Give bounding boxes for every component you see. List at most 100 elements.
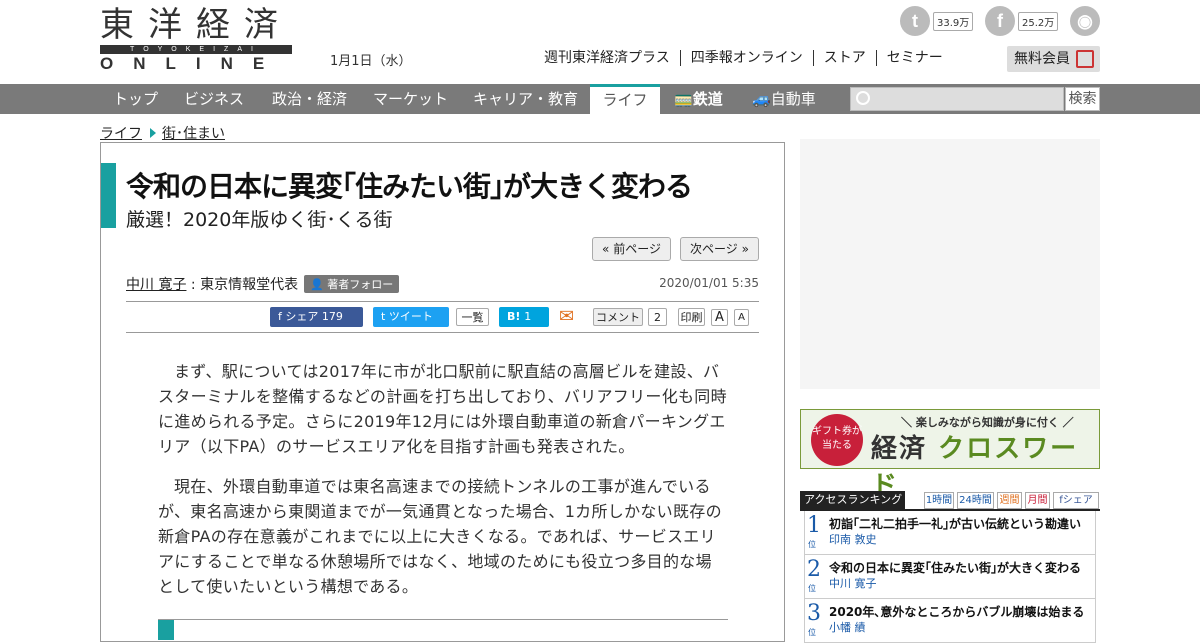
rank-number: 1 <box>807 513 821 538</box>
access-ranking: アクセスランキング 1時間 24時間 週間 月間 fシェア 1 位 初詣｢二礼二… <box>800 491 1100 643</box>
search-button[interactable]: 検索 <box>1065 87 1100 111</box>
publish-timestamp: 2020/01/01 5:35 <box>659 276 759 290</box>
tweet-label: ツイート <box>388 310 433 323</box>
ranking-tab-24h[interactable]: 24時間 <box>957 492 994 509</box>
site-header: 東洋経済 TOYOKEIZAI ONLINE 1月1日（水） 週刊東洋経済プラス… <box>0 0 1200 84</box>
article-subtitle: 厳選！2020年版ゆく街･くる街 <box>126 209 393 231</box>
search-input[interactable] <box>850 87 1064 111</box>
ranking-tab-1h[interactable]: 1時間 <box>924 492 954 509</box>
rank-number: 2 <box>807 557 821 582</box>
breadcrumb-parent[interactable]: ライフ <box>100 126 142 142</box>
font-size-large-button[interactable]: A <box>711 309 728 326</box>
site-logo[interactable]: 東洋経済 TOYOKEIZAI ONLINE <box>100 5 292 73</box>
follow-author-button[interactable]: 👤 著者フォロー <box>304 275 400 293</box>
hatena-bookmark-button[interactable]: B! 1 <box>499 307 549 327</box>
gnav-railway-label: 鉄道 <box>692 90 723 108</box>
author-role: 東京情報堂代表 <box>200 277 299 293</box>
rank-title: 2020年､意外なところからバブル崩壊は始まる <box>829 605 1085 619</box>
rank-title: 令和の日本に異変｢住みたい街｣が大きく変わる <box>829 561 1082 575</box>
rank-author: 小幡 績 <box>829 621 866 634</box>
font-size-small-button[interactable]: A <box>734 309 749 326</box>
facebook-share-button[interactable]: f シェア 179 <box>270 307 363 327</box>
ranking-item[interactable]: 2 位 令和の日本に異変｢住みたい街｣が大きく変わる 中川 寛子 <box>804 555 1096 599</box>
topnav-link-shikiho[interactable]: 四季報オンライン <box>679 50 813 66</box>
share-divider-bottom <box>126 332 759 333</box>
person-icon: 👤 <box>310 278 324 291</box>
author-name[interactable]: 中川 寛子 <box>126 277 186 293</box>
ranking-tab-share-label: シェア <box>1062 495 1093 506</box>
author-line: 中川 寛子 : 東京情報堂代表 👤 著者フォロー <box>126 274 400 294</box>
section-heading-bar <box>158 620 174 640</box>
topnav-link-seminar[interactable]: セミナー <box>875 50 953 66</box>
gnav-business[interactable]: ビジネス <box>184 84 244 114</box>
facebook-icon: f <box>985 6 1015 36</box>
rss-link[interactable]: ◉ <box>1070 6 1100 36</box>
follow-author-label: 著者フォロー <box>327 278 394 291</box>
ranking-header: アクセスランキング <box>800 491 905 509</box>
gnav-railway[interactable]: 🚃鉄道 <box>674 84 723 114</box>
next-page-button[interactable]: 次ページ » <box>680 237 759 261</box>
topnav-link-weekly[interactable]: 週刊東洋経済プラス <box>544 50 680 66</box>
gnav-market[interactable]: マーケット <box>373 84 448 114</box>
gnav-career[interactable]: キャリア・教育 <box>473 84 578 114</box>
title-accent-bar <box>101 163 116 228</box>
ad-slot <box>800 139 1100 389</box>
ranking-tab-weekly[interactable]: 週間 <box>997 492 1022 509</box>
rank-suffix: 位 <box>808 540 816 549</box>
logo-kanji: 東洋経済 <box>100 5 292 45</box>
ranking-item[interactable]: 1 位 初詣｢二礼二拍手一礼｣が古い伝統という勘違い 印南 敦史 <box>804 511 1096 555</box>
gnav-politics[interactable]: 政治・経済 <box>272 84 347 114</box>
breadcrumb-current[interactable]: 街･住まい <box>162 126 225 142</box>
gift-badge: ギフト券が当たる <box>811 414 863 466</box>
search-icon <box>856 91 870 105</box>
section-heading <box>158 619 728 640</box>
twitter-follow[interactable]: t 33.9万 <box>900 6 974 36</box>
free-member-button[interactable]: 無料会員 <box>1007 46 1100 72</box>
mail-icon[interactable]: ✉ <box>559 307 583 327</box>
current-date: 1月1日（水） <box>330 54 412 69</box>
facebook-follow[interactable]: f 25.2万 <box>985 6 1059 36</box>
gnav-automobile-label: 自動車 <box>770 90 816 108</box>
top-nav: 週刊東洋経済プラス 四季報オンライン ストア セミナー <box>544 50 953 66</box>
tweet-button[interactable]: t ツイート <box>373 307 449 327</box>
gift-icon <box>1076 50 1094 68</box>
share-divider-top <box>126 301 759 302</box>
facebook-share-count: 179 <box>321 310 343 323</box>
ranking-tab-monthly[interactable]: 月間 <box>1025 492 1050 509</box>
rank-author: 中川 寛子 <box>829 577 877 590</box>
facebook-icon: f <box>278 310 282 323</box>
prev-page-button[interactable]: « 前ページ <box>592 237 671 261</box>
paragraph: 現在、外環自動車道では東名高速までの接続トンネルの工事が進んでいるが、東名高速か… <box>158 477 722 596</box>
gnav-automobile[interactable]: 🚙自動車 <box>752 84 816 114</box>
article-body: まず、駅については2017年に市が北口駅前に駅直結の高層ビルを建設、バスターミナ… <box>158 359 728 614</box>
ranking-tab-share[interactable]: fシェア <box>1053 492 1099 509</box>
gnav-top[interactable]: トップ <box>113 84 158 114</box>
twitter-count: 33.9万 <box>933 11 974 31</box>
rss-icon: ◉ <box>1070 6 1100 36</box>
twitter-icon: t <box>900 6 930 36</box>
twitter-icon: t <box>381 310 386 323</box>
train-icon: 🚃 <box>674 90 693 108</box>
car-icon: 🚙 <box>752 90 771 108</box>
free-member-label: 無料会員 <box>1014 51 1070 67</box>
rank-suffix: 位 <box>808 628 816 637</box>
article-title: 令和の日本に異変｢住みたい街｣が大きく変わる <box>126 170 693 203</box>
paragraph: まず、駅については2017年に市が北口駅前に駅直結の高層ビルを建設、バスターミナ… <box>158 362 727 456</box>
logo-roman: TOYOKEIZAI <box>100 45 292 54</box>
rank-number: 3 <box>807 601 821 626</box>
crossword-banner[interactable]: ギフト券が当たる ＼ 楽しみながら知識が身に付く ／ 経済 クロスワード <box>800 409 1100 501</box>
facebook-count: 25.2万 <box>1018 11 1059 31</box>
facebook-share-label: シェア <box>285 310 319 323</box>
hatena-label: B! <box>507 310 521 323</box>
rank-title: 初詣｢二礼二拍手一礼｣が古い伝統という勘違い <box>829 517 1082 531</box>
print-button[interactable]: 印刷 <box>678 308 705 326</box>
hatena-count: 1 <box>524 310 532 323</box>
ranking-item[interactable]: 3 位 2020年､意外なところからバブル崩壊は始まる 小幡 績 <box>804 599 1096 643</box>
breadcrumb-arrow-icon <box>150 128 156 138</box>
crossword-title-keizai: 経済 <box>871 434 928 464</box>
comment-button[interactable]: コメント <box>593 308 643 326</box>
tweet-list-link[interactable]: 一覧 <box>456 308 489 326</box>
gnav-life[interactable]: ライフ <box>590 84 660 114</box>
topnav-link-store[interactable]: ストア <box>812 50 876 66</box>
breadcrumb: ライフ 街･住まい <box>100 123 225 143</box>
